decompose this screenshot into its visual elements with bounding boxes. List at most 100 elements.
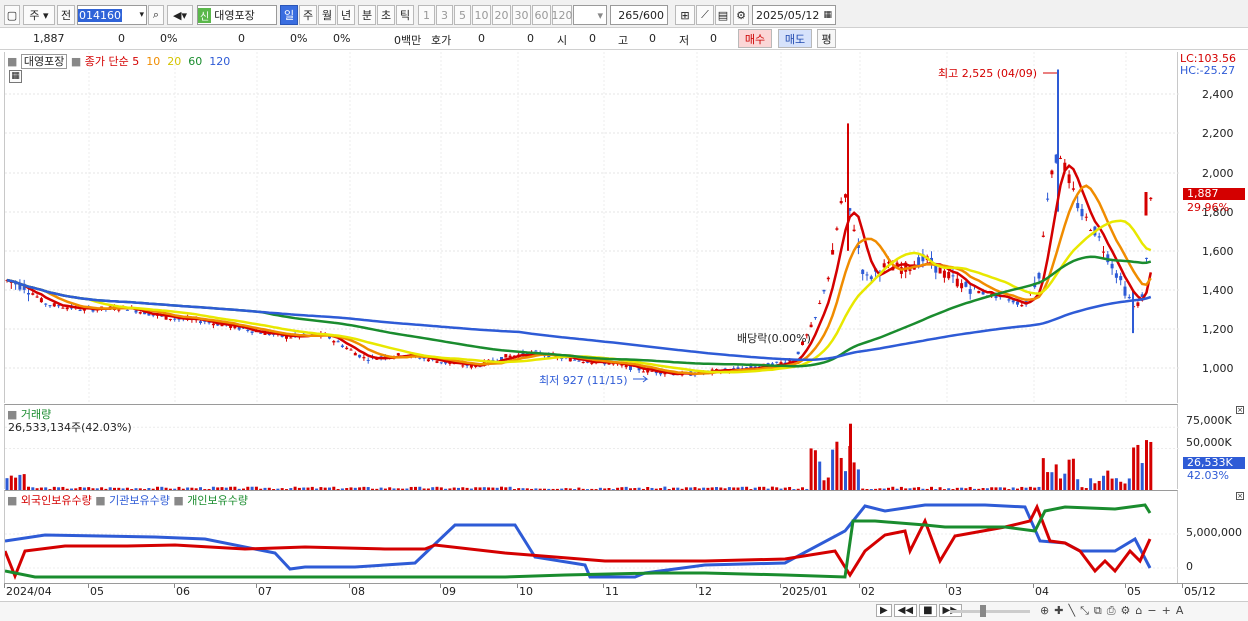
holding-line-red — [5, 503, 1152, 581]
ma-label[interactable]: 종가 단순 — [85, 55, 129, 68]
search-icon[interactable]: ⌕ — [148, 5, 164, 25]
buy-button[interactable]: 매수 — [738, 29, 772, 48]
speaker-icon[interactable]: ◀▾ — [167, 5, 193, 25]
volume-bar — [818, 461, 822, 490]
flat-button[interactable]: 평 — [817, 29, 836, 48]
prev-button[interactable]: 전 — [57, 5, 75, 25]
window-menu-icon[interactable]: ▢ — [4, 5, 20, 25]
close-icon[interactable]: × — [1236, 492, 1244, 500]
individual-holding-label[interactable]: 개인보유수량 — [187, 494, 248, 507]
candle-body — [418, 357, 422, 359]
rewind-icon[interactable]: ◀◀ — [893, 604, 918, 617]
tool-icons: ⊕ ✚ ╲ ⤡ ⧉ ⎙ ⚙ ⌂ − + A — [1040, 604, 1183, 618]
x-axis-label: 03 — [948, 585, 962, 598]
stock-chart-window: ▢ 주 ▾ 전 014160 ▾ ⌕ ◀▾ 신 대영포장 일 주 월 년 분 초… — [0, 0, 1248, 621]
stock-tag[interactable]: 대영포장 — [20, 54, 68, 69]
print-icon[interactable]: ⎙ — [1107, 604, 1116, 618]
tab-period-minute[interactable]: 분 — [358, 5, 376, 25]
stock-code-input[interactable]: 014160 ▾ — [77, 5, 147, 25]
calendar-icon[interactable]: ▦ — [823, 10, 832, 20]
range-5[interactable]: 5 — [454, 5, 471, 25]
price-scale[interactable]: LC:103.56 HC:-25.27 2,400 2,200 2,000 1,800… — [1180, 52, 1248, 403]
sell-button[interactable]: 매도 — [778, 29, 812, 48]
candle-body — [839, 201, 843, 204]
range-120[interactable]: 120 — [552, 5, 573, 25]
range-dropdown[interactable]: ▾ — [573, 5, 607, 25]
candle-body — [504, 354, 508, 358]
candle-body — [775, 361, 779, 363]
zoom-in-icon[interactable]: ⊕ — [1040, 604, 1049, 618]
candle-body — [1097, 236, 1101, 238]
pin-icon[interactable]: ⌂ — [1135, 604, 1142, 618]
stop-icon[interactable]: ■ — [919, 604, 937, 617]
high-value: 0 — [649, 32, 656, 45]
volume-chart-canvas[interactable] — [5, 405, 1179, 490]
slider-handle[interactable] — [980, 605, 986, 617]
range-10[interactable]: 10 — [472, 5, 491, 25]
price-tick-label: 1,400 — [1202, 284, 1234, 297]
copy-icon[interactable]: ⧉ — [1094, 604, 1102, 618]
candle-type-icon[interactable]: ⊞ — [675, 5, 695, 25]
font-size-icon[interactable]: A — [1176, 604, 1184, 618]
tab-period-year[interactable]: 년 — [337, 5, 355, 25]
institution-holding-label[interactable]: 기관보유수량 — [109, 494, 170, 507]
tab-period-week[interactable]: 주 — [299, 5, 317, 25]
volume-bar — [1067, 459, 1071, 490]
volume-bar — [1145, 440, 1148, 490]
candle-body — [573, 359, 577, 361]
candle-body — [887, 262, 890, 264]
close-icon[interactable]: × — [1236, 406, 1244, 414]
candle-body — [942, 270, 946, 278]
high-label: 고 — [618, 34, 629, 47]
grid-table-icon[interactable]: ▦ — [9, 70, 22, 83]
chevron-down-icon[interactable]: ▾ — [139, 10, 144, 20]
x-axis-tick — [174, 584, 175, 588]
foreign-holding-label[interactable]: 외국인보유수량 — [21, 494, 92, 507]
crosshair-icon[interactable]: ✚ — [1054, 604, 1063, 618]
candle-body — [1127, 296, 1131, 299]
volume-bar — [856, 469, 860, 490]
price-tick-label: 1,200 — [1202, 323, 1234, 336]
candle-body — [796, 351, 800, 355]
range-30[interactable]: 30 — [512, 5, 531, 25]
market-select[interactable]: 주 ▾ — [23, 5, 55, 25]
volume-bar — [813, 450, 817, 490]
stock-name-field[interactable]: 신 대영포장 — [197, 5, 277, 25]
tab-period-tick[interactable]: 틱 — [396, 5, 414, 25]
stock-code-value: 014160 — [78, 8, 122, 22]
plus-icon[interactable]: + — [1162, 604, 1171, 618]
range-60[interactable]: 60 — [532, 5, 551, 25]
play-icon[interactable]: ▶ — [876, 604, 892, 617]
range-3[interactable]: 3 — [436, 5, 453, 25]
tab-period-month[interactable]: 월 — [318, 5, 336, 25]
volume-bar — [1114, 478, 1118, 490]
data-count-field[interactable]: 265/600 — [610, 5, 668, 25]
candle-body — [534, 350, 538, 352]
range-20[interactable]: 20 — [492, 5, 511, 25]
zoom-slider[interactable] — [950, 605, 1030, 617]
candle-body — [882, 263, 886, 268]
volume-bar — [1050, 472, 1054, 490]
settings-icon[interactable]: ⚙ — [1121, 604, 1131, 618]
candle-body — [246, 329, 250, 331]
holding-panel[interactable]: ■ 외국인보유수량 ■ 기관보유수량 ■ 개인보유수량 — [4, 490, 1179, 583]
minus-icon[interactable]: − — [1147, 604, 1156, 618]
price-panel[interactable]: ■ 대영포장 ■ 종가 단순 5 10 20 60 120 ▦ 최고 2,525… — [4, 52, 1179, 403]
candle-body — [1145, 257, 1148, 259]
line-icon[interactable]: ╲ — [1068, 604, 1075, 618]
tab-period-day[interactable]: 일 — [280, 5, 298, 25]
tab-period-second[interactable]: 초 — [377, 5, 395, 25]
price-chart-canvas[interactable] — [5, 52, 1179, 403]
candle-body — [211, 323, 215, 326]
save-icon[interactable]: ▤ — [715, 5, 731, 25]
measure-icon[interactable]: ⤡ — [1080, 604, 1089, 618]
range-1[interactable]: 1 — [418, 5, 435, 25]
gear-icon[interactable]: ⚙ — [733, 5, 749, 25]
price-tick-label: 1,600 — [1202, 245, 1234, 258]
volume-panel[interactable]: ■ 거래량 26,533,134주(42.03%) — [4, 404, 1179, 490]
line-tool-icon[interactable]: ⟋ — [696, 5, 714, 25]
candle-body — [869, 276, 873, 280]
x-axis-label: 07 — [258, 585, 272, 598]
x-axis-label: 12 — [698, 585, 712, 598]
date-field[interactable]: 2025/05/12 ▦ — [752, 5, 836, 25]
